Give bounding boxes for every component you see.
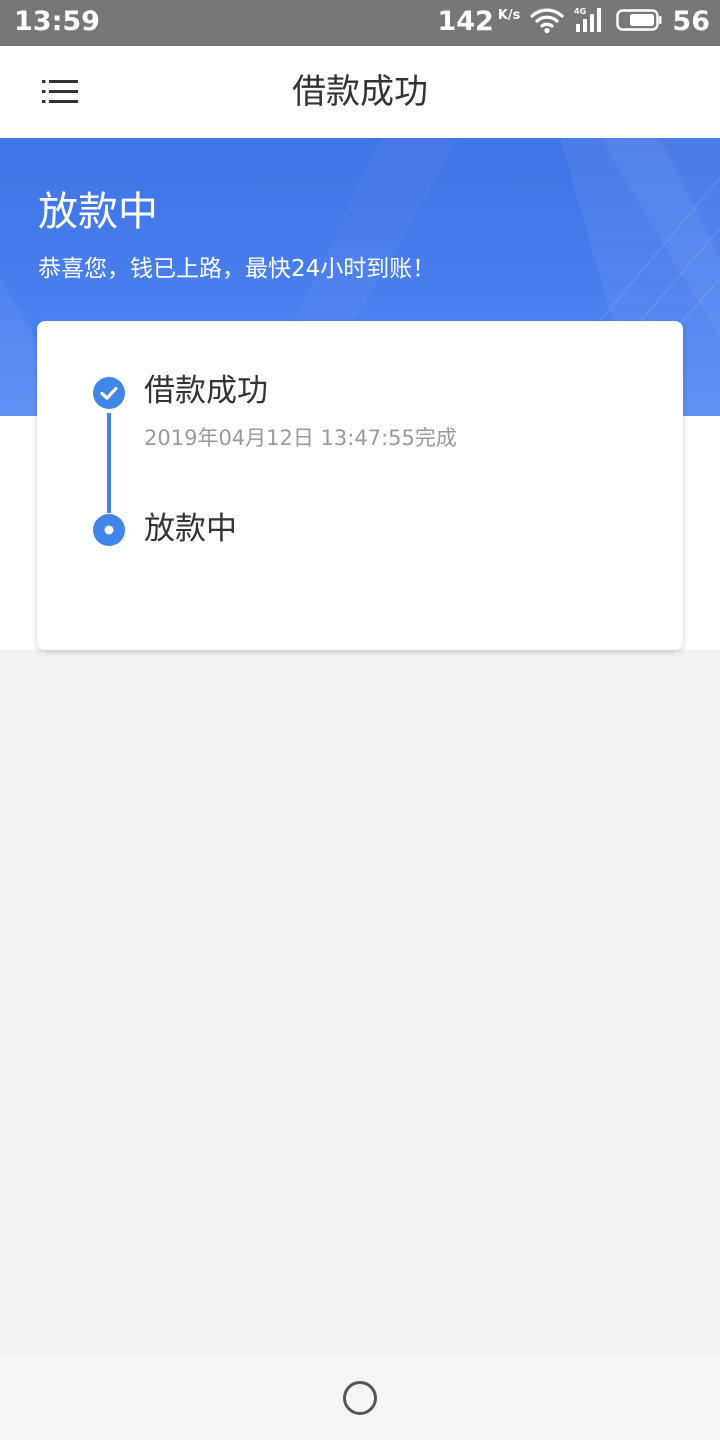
- battery-level: 56: [672, 6, 710, 37]
- svg-text:4G: 4G: [574, 7, 586, 16]
- dot-circle-icon: [93, 514, 125, 546]
- menu-icon: [42, 80, 78, 103]
- banner-title: 放款中: [38, 189, 158, 235]
- home-circle-icon[interactable]: [343, 1381, 377, 1415]
- status-bar: 13:59 142 K/s 4G 56: [0, 0, 720, 46]
- banner-subtitle: 恭喜您，钱已上路，最快24小时到账！: [38, 256, 436, 282]
- network-speed: 142 K/s: [437, 6, 520, 38]
- status-indicators: 142 K/s 4G 56: [437, 6, 710, 38]
- progress-card: 借款成功 2019年04月12日 13:47:55完成 放款中: [37, 321, 683, 650]
- page-title: 借款成功: [292, 72, 428, 112]
- step-loan-success-time: 2019年04月12日 13:47:55完成: [144, 426, 457, 450]
- battery-icon: [616, 8, 662, 36]
- menu-button[interactable]: [30, 66, 90, 118]
- check-circle-icon: [93, 377, 125, 409]
- signal-4g-icon: 4G: [574, 6, 606, 38]
- timeline-connector: [107, 413, 111, 513]
- network-speed-value: 142: [437, 6, 494, 37]
- network-speed-unit: K/s: [497, 8, 521, 23]
- wifi-icon: [530, 6, 565, 38]
- system-navigation-bar: [0, 1356, 720, 1440]
- top-navbar: 借款成功: [0, 46, 720, 138]
- status-time: 13:59: [14, 6, 100, 37]
- step-loan-success-label: 借款成功: [144, 373, 268, 409]
- step-disbursing-label: 放款中: [144, 511, 237, 547]
